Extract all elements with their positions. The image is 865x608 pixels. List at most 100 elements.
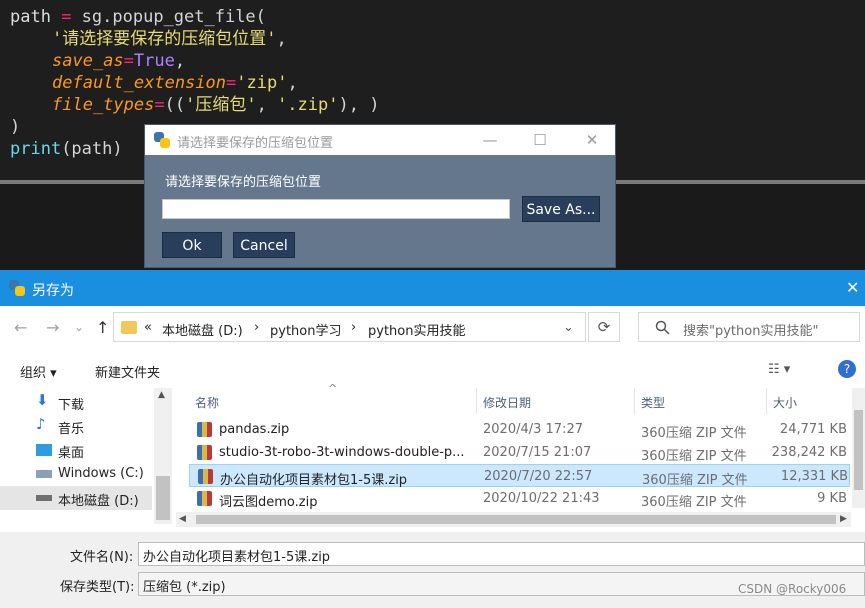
- up-button[interactable]: ↑: [96, 318, 109, 337]
- column-divider[interactable]: [634, 388, 635, 414]
- filetype-value: 压缩包 (*.zip): [143, 580, 226, 595]
- code-punct: ,: [276, 29, 287, 49]
- code-punct: ), ): [338, 95, 380, 115]
- column-header-type[interactable]: 类型: [641, 394, 665, 411]
- code-punct: ,: [256, 95, 278, 115]
- new-folder-button[interactable]: 新建文件夹: [95, 362, 160, 381]
- code-line-2: '请选择要保存的压缩包位置',: [52, 28, 287, 50]
- file-type: 360压缩 ZIP 文件: [641, 449, 747, 464]
- breadcrumb-separator: ›: [351, 320, 357, 335]
- nav-item-downloads[interactable]: ⬇ 下载: [0, 390, 152, 414]
- column-header-size[interactable]: 大小: [773, 394, 797, 411]
- recent-locations-dropdown[interactable]: ⌄: [74, 320, 84, 334]
- folder-icon: [121, 321, 137, 334]
- organize-menu[interactable]: 组织 ▾: [20, 362, 57, 381]
- code-line-4: default_extension='zip',: [52, 72, 298, 94]
- breadcrumb-separator: ›: [254, 320, 260, 335]
- filetype-label: 保存类型(T):: [60, 580, 135, 595]
- code-string: '请选择要保存的压缩包位置': [52, 29, 277, 49]
- file-list-hscrollbar-thumb[interactable]: [196, 515, 836, 524]
- back-button[interactable]: ←: [14, 318, 27, 337]
- search-placeholder: 搜索"python实用技能": [683, 324, 819, 339]
- column-divider[interactable]: [766, 388, 767, 414]
- code-punct: ,: [174, 51, 186, 71]
- file-row[interactable]: pandas.zip 2020/4/3 17:27 360压缩 ZIP 文件 2…: [189, 418, 850, 441]
- close-button[interactable]: ✕: [577, 129, 607, 151]
- zip-file-icon: [197, 422, 212, 437]
- breadcrumb-overflow[interactable]: «: [144, 320, 152, 335]
- file-name: 办公自动化项目素材包1-5课.zip: [220, 473, 408, 488]
- code-line-3: save_as=True,: [52, 50, 185, 72]
- watermark: CSDN @Rocky006: [738, 582, 847, 596]
- code-line-7: print(path): [10, 138, 123, 160]
- file-date: 2020/7/15 21:07: [483, 445, 592, 460]
- nav-item-drive-d[interactable]: 本地磁盘 (D:): [0, 486, 152, 510]
- file-list-vscrollbar-thumb[interactable]: [854, 410, 863, 490]
- forward-button[interactable]: →: [46, 318, 59, 337]
- nav-item-label: Windows (C:): [58, 466, 144, 481]
- drive-icon: [36, 470, 52, 478]
- help-icon[interactable]: ?: [838, 360, 856, 378]
- popup-titlebar[interactable]: 请选择要保存的压缩包位置 — ☐ ✕: [145, 125, 615, 155]
- code-param: default_extension: [52, 73, 226, 93]
- code-line-5: file_types=(('压缩包', '.zip'), ): [52, 94, 379, 116]
- cancel-button[interactable]: Cancel: [233, 232, 295, 258]
- ok-button[interactable]: Ok: [162, 232, 222, 258]
- nav-item-music[interactable]: ♪ 音乐: [0, 414, 152, 438]
- refresh-button[interactable]: ⟳: [588, 312, 620, 342]
- zip-file-icon: [197, 491, 212, 506]
- python-logo-icon: [9, 280, 25, 296]
- dialog-close-button[interactable]: ✕: [846, 278, 859, 297]
- nav-item-label: 桌面: [58, 446, 85, 461]
- column-divider[interactable]: [476, 388, 477, 414]
- file-row[interactable]: studio-3t-robo-3t-windows-double-p... 20…: [189, 441, 850, 464]
- code-param: save_as: [52, 51, 124, 71]
- breadcrumb-python-study[interactable]: python学习: [270, 320, 341, 339]
- save-path-input[interactable]: [162, 199, 510, 219]
- filename-value: 办公自动化项目素材包1-5课.zip: [143, 550, 331, 565]
- file-type: 360压缩 ZIP 文件: [642, 473, 748, 488]
- file-row[interactable]: 词云图demo.zip 2020/10/22 21:43 360压缩 ZIP 文…: [189, 487, 850, 510]
- nav-item-desktop[interactable]: 桌面: [0, 438, 152, 462]
- code-value: True: [133, 51, 175, 71]
- breadcrumb-python-skills[interactable]: python实用技能: [368, 320, 465, 339]
- popup-window: 请选择要保存的压缩包位置 — ☐ ✕ 请选择要保存的压缩包位置 Save As.…: [144, 124, 616, 268]
- file-date: 2020/7/20 22:57: [484, 469, 593, 484]
- address-dropdown-icon[interactable]: ⌄: [563, 320, 574, 335]
- code-value: 'zip': [236, 73, 288, 93]
- popup-prompt-label: 请选择要保存的压缩包位置: [165, 175, 322, 190]
- desktop-icon: [36, 444, 52, 456]
- code-args: (path): [61, 139, 123, 159]
- file-size: 238,242 KB: [771, 445, 847, 460]
- view-options-icon[interactable]: ☷ ▾: [768, 362, 790, 377]
- code-function: print: [10, 139, 62, 159]
- scroll-right-button[interactable]: ▶: [840, 514, 847, 524]
- nav-item-windows-c[interactable]: Windows (C:): [0, 462, 152, 486]
- nav-item-label: 音乐: [58, 422, 85, 437]
- file-row-selected[interactable]: 办公自动化项目素材包1-5课.zip 2020/7/20 22:57 360压缩…: [189, 464, 850, 488]
- code-call: sg.popup_get_file(: [81, 7, 266, 27]
- breadcrumb-drive-d[interactable]: 本地磁盘 (D:): [162, 320, 243, 339]
- file-date: 2020/4/3 17:27: [483, 422, 583, 437]
- search-input[interactable]: 搜索"python实用技能": [638, 312, 860, 342]
- column-header-name[interactable]: 名称: [195, 394, 219, 411]
- code-punct: ((: [164, 95, 186, 115]
- nav-item-label: 本地磁盘 (D:): [58, 494, 139, 509]
- code-punct: ): [10, 117, 21, 137]
- save-as-dialog: 另存为 ✕ ← → ⌄ ↑ « 本地磁盘 (D:) › python学习 › p…: [0, 270, 865, 608]
- save-as-button[interactable]: Save As...: [522, 196, 600, 222]
- file-name: 词云图demo.zip: [219, 495, 318, 510]
- maximize-button[interactable]: ☐: [525, 129, 555, 151]
- code-line-6: ): [10, 116, 20, 138]
- column-header-date[interactable]: 修改日期: [483, 394, 531, 411]
- music-icon: ♪: [36, 415, 46, 433]
- scroll-left-button[interactable]: ◀: [179, 514, 186, 524]
- minimize-button[interactable]: —: [475, 129, 505, 151]
- nav-scrollbar-thumb[interactable]: [156, 476, 170, 520]
- nav-scroll-up-button[interactable]: ▲: [158, 390, 165, 400]
- code-operator: =: [123, 51, 134, 71]
- address-bar[interactable]: « 本地磁盘 (D:) › python学习 › python实用技能 ⌄: [113, 312, 586, 342]
- dialog-titlebar[interactable]: 另存为 ✕: [0, 270, 865, 306]
- filename-input[interactable]: 办公自动化项目素材包1-5课.zip: [138, 542, 865, 566]
- drive-icon: [36, 495, 52, 501]
